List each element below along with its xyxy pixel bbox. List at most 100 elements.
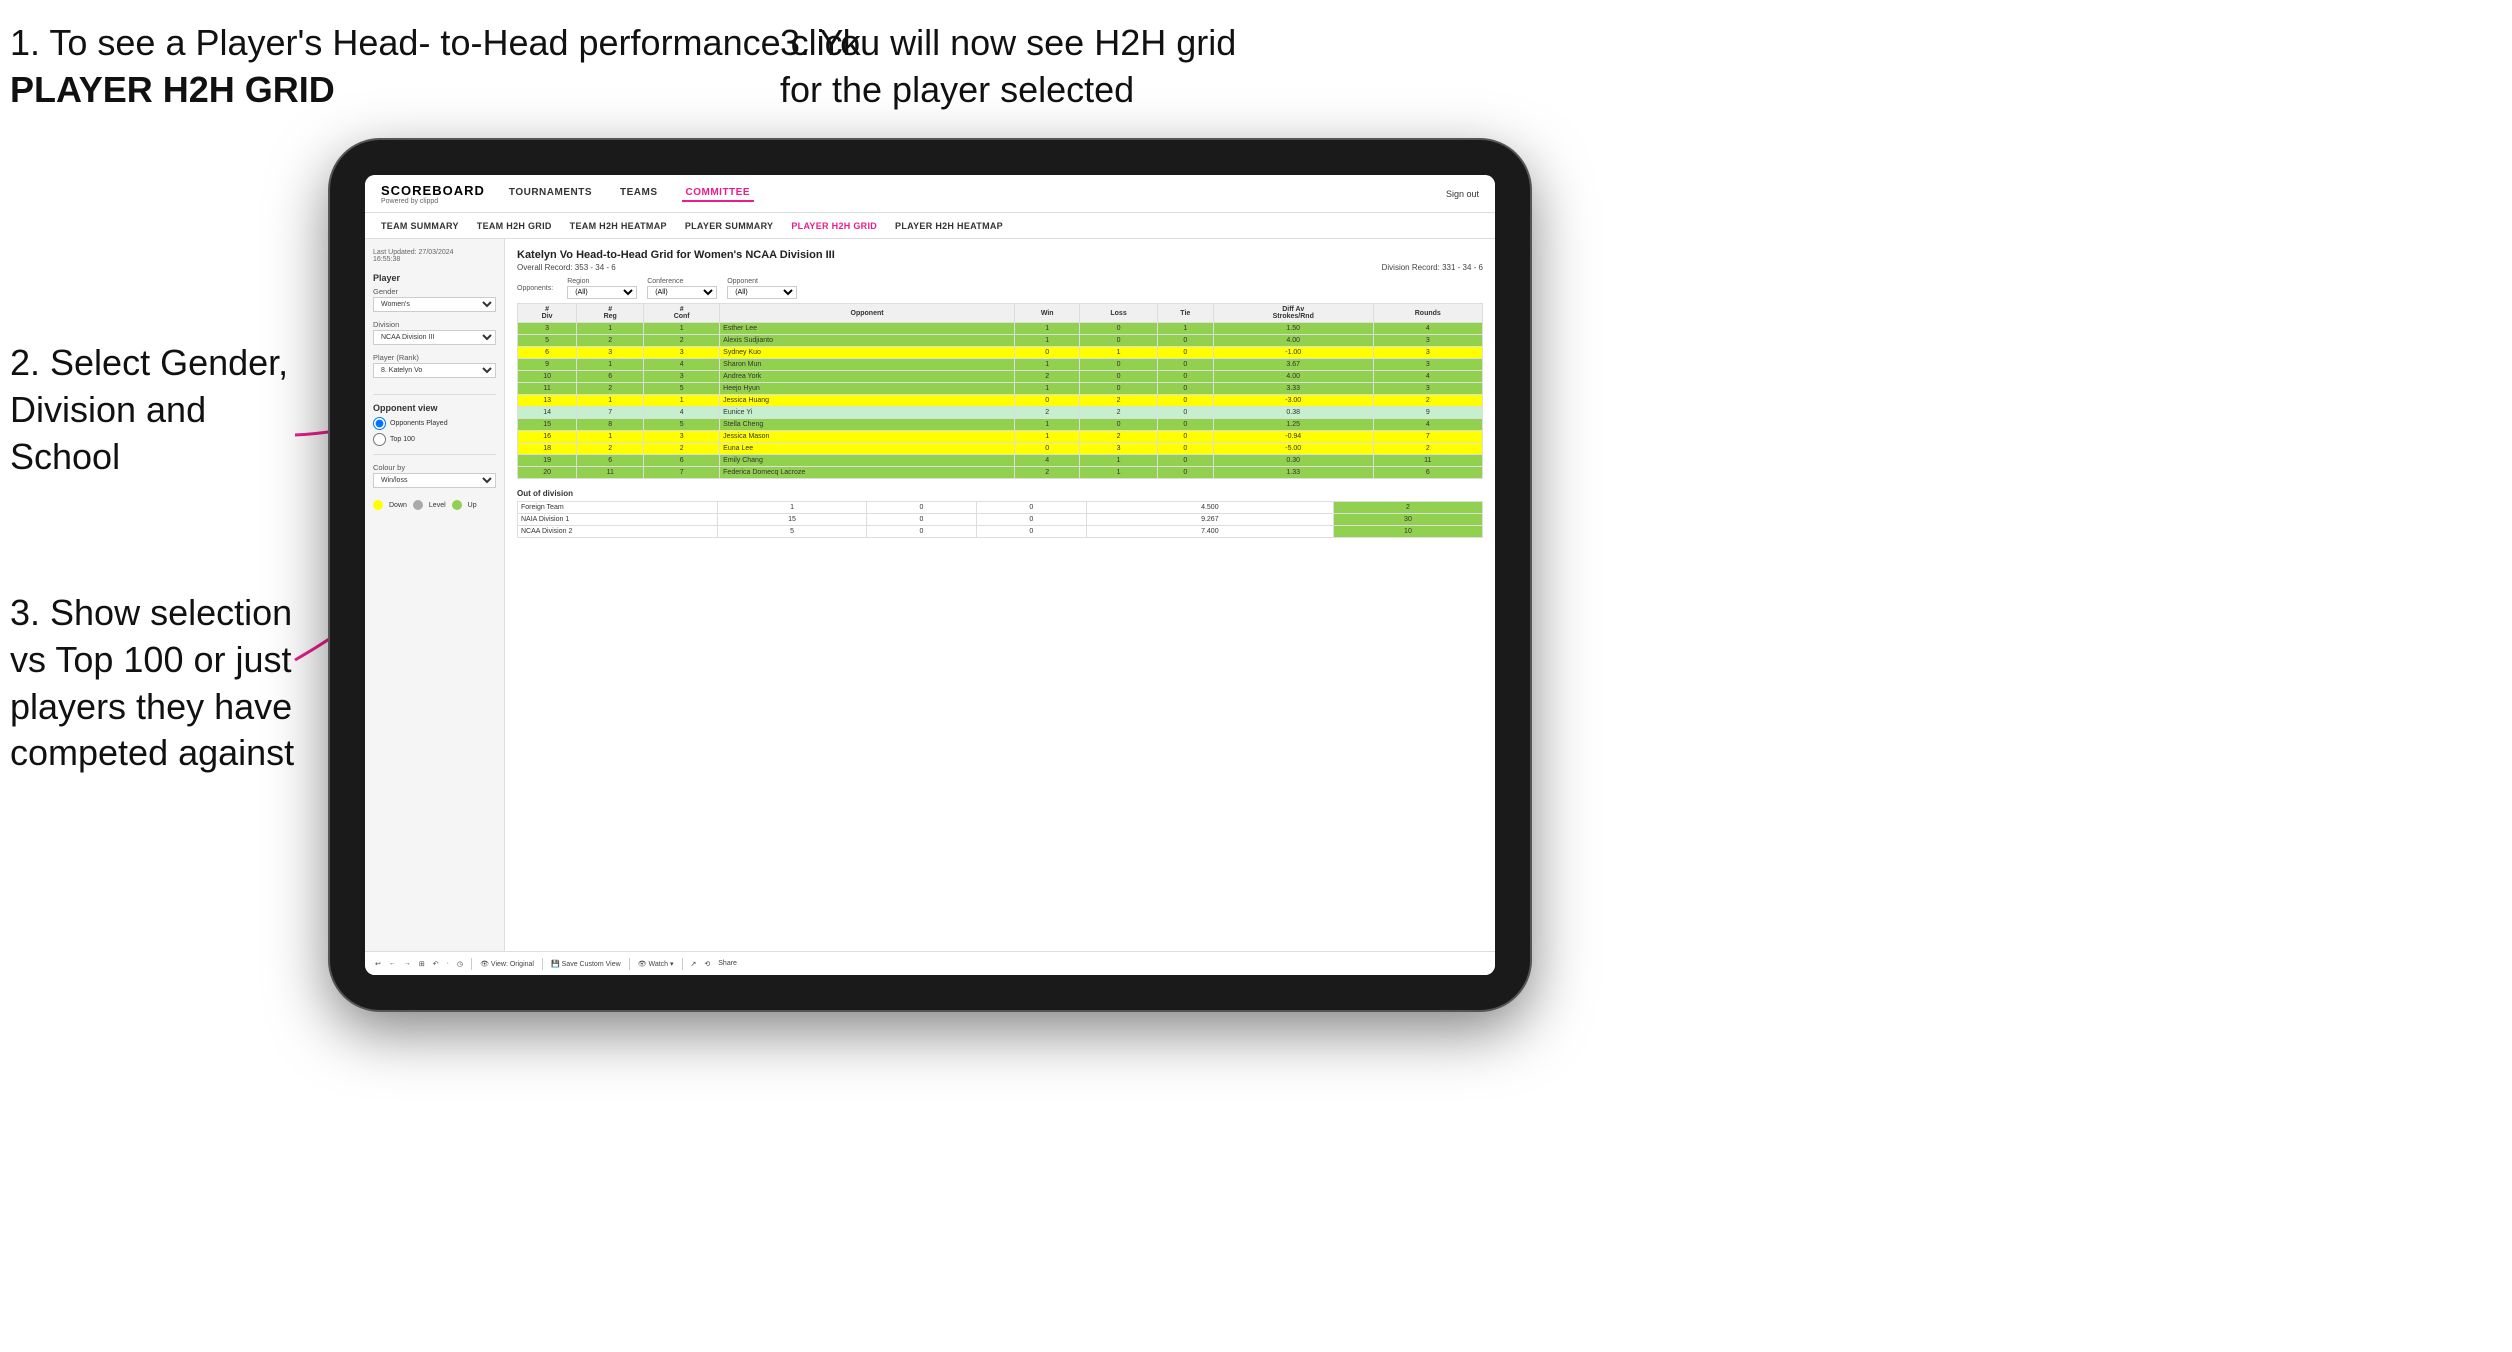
cell-opponent: Andrea York [720,371,1015,383]
filter-row: Opponents: Region (All) Conference (All) [517,278,1483,299]
filter-conference-select[interactable]: (All) [647,286,717,299]
sidebar-radio-top100[interactable]: Top 100 [373,433,496,446]
cell-win: 2 [1014,407,1079,419]
legend-dot-level [413,500,423,510]
sidebar-gender-select[interactable]: Women's [373,297,496,312]
table-row: 15 8 5 Stella Cheng 1 0 0 1.25 4 [518,419,1483,431]
cell-diff: 3.67 [1213,359,1373,371]
col-reg: #Reg [577,304,644,323]
col-rounds: Rounds [1373,304,1482,323]
toolbar-share[interactable]: Share [718,960,737,967]
cell-loss: 0 [1080,371,1157,383]
sub-nav-team-h2h-heatmap[interactable]: TEAM H2H HEATMAP [570,221,667,231]
cell-div: 9 [518,359,577,371]
toolbar-refresh[interactable]: ↶ [433,960,439,968]
filter-region-select[interactable]: (All) [567,286,637,299]
toolbar-dot[interactable]: · [447,960,449,967]
cell-win: 2 [1014,467,1079,479]
table-row: 5 2 2 Alexis Sudjianto 1 0 0 4.00 3 [518,335,1483,347]
toolbar-rotate[interactable]: ⟲ [704,960,710,968]
cell-conf: 2 [644,443,720,455]
toolbar-back[interactable]: ← [389,960,396,967]
toolbar-view-original[interactable]: 👁 View: Original [480,960,534,968]
filter-opponent-label: Opponent [727,278,797,285]
toolbar-undo[interactable]: ↩ [375,960,381,968]
cell-opponent: Sharon Mun [720,359,1015,371]
toolbar-watch[interactable]: 👁 Watch ▾ [638,960,674,968]
annotation-step1: 1. To see a Player's Head- to-Head perfo… [10,20,861,114]
cell-div: 3 [518,323,577,335]
sidebar-radio-group: Opponents Played Top 100 [373,417,496,446]
cell-loss: 0 [1080,383,1157,395]
cell-win: 1 [1014,359,1079,371]
cell-reg: 3 [577,347,644,359]
legend-dot-down [373,500,383,510]
cell-reg: 2 [577,383,644,395]
sidebar-division-select[interactable]: NCAA Division III [373,330,496,345]
cell-rounds: 3 [1373,335,1482,347]
nav-teams[interactable]: TEAMS [616,185,662,202]
cell-rounds: 3 [1373,359,1482,371]
sub-nav-player-h2h-grid[interactable]: PLAYER H2H GRID [791,221,877,231]
sub-nav-player-summary[interactable]: PLAYER SUMMARY [685,221,774,231]
cell-rounds: 11 [1373,455,1482,467]
cell-reg: 1 [577,431,644,443]
col-win: Win [1014,304,1079,323]
cell-win: 2 [1014,371,1079,383]
cell-tie: 0 [1157,335,1213,347]
cell-reg: 1 [577,359,644,371]
toolbar-time[interactable]: ◷ [457,960,463,968]
sidebar-opponent-view-title: Opponent view [373,403,496,413]
cell-diff: 4.00 [1213,371,1373,383]
cell-conf: 4 [644,407,720,419]
cell-rounds: 7 [1373,431,1482,443]
sidebar-radio-played[interactable]: Opponents Played [373,417,496,430]
nav-committee[interactable]: COMMITTEE [682,185,755,202]
cell-opponent: Jessica Mason [720,431,1015,443]
overall-record: Overall Record: 353 - 34 - 6 [517,263,616,272]
ood-cell-label: NCAA Division 2 [518,526,718,538]
col-div: #Div [518,304,577,323]
cell-tie: 0 [1157,347,1213,359]
cell-loss: 2 [1080,395,1157,407]
sidebar-colour-by-select[interactable]: Win/loss [373,473,496,488]
sub-nav-team-h2h-grid[interactable]: TEAM H2H GRID [477,221,552,231]
cell-conf: 7 [644,467,720,479]
ood-cell-rounds: 2 [1333,502,1482,514]
annotation-step2-text: 2. Select Gender,Division andSchool [10,342,288,477]
sidebar-player-rank-select[interactable]: 8. Katelyn Vo [373,363,496,378]
cell-rounds: 4 [1373,419,1482,431]
cell-opponent: Emily Chang [720,455,1015,467]
cell-loss: 1 [1080,455,1157,467]
nav-tournaments[interactable]: TOURNAMENTS [505,185,596,202]
toolbar-grid[interactable]: ⊞ [419,960,425,968]
toolbar-sep4 [682,958,683,970]
table-row: 16 1 3 Jessica Mason 1 2 0 -0.94 7 [518,431,1483,443]
sub-nav-team-summary[interactable]: TEAM SUMMARY [381,221,459,231]
toolbar-export[interactable]: ↗ [691,960,697,968]
out-of-division-table: Foreign Team 1 0 0 4.500 2 NAIA Division… [517,501,1483,538]
table-row: 11 2 5 Heejo Hyun 1 0 0 3.33 3 [518,383,1483,395]
col-loss: Loss [1080,304,1157,323]
annotation-step3-right-text: 3. You will now see H2H gridfor the play… [780,22,1236,110]
toolbar-forward[interactable]: → [404,960,411,967]
cell-reg: 7 [577,407,644,419]
filter-opponent-select[interactable]: (All) [727,286,797,299]
grid-title: Katelyn Vo Head-to-Head Grid for Women's… [517,249,1483,261]
ood-cell-rounds: 10 [1333,526,1482,538]
cell-win: 1 [1014,323,1079,335]
sign-out-link[interactable]: Sign out [1446,189,1479,199]
sub-nav-player-h2h-heatmap[interactable]: PLAYER H2H HEATMAP [895,221,1003,231]
cell-conf: 5 [644,419,720,431]
sidebar-colour-by-label: Colour by [373,463,496,472]
nav-items: TOURNAMENTS TEAMS COMMITTEE [505,185,1446,202]
table-row: 10 6 3 Andrea York 2 0 0 4.00 4 [518,371,1483,383]
annotation-step1-bold: PLAYER H2H GRID [10,69,335,110]
ood-cell-loss: 0 [867,526,977,538]
cell-reg: 6 [577,371,644,383]
cell-win: 1 [1014,431,1079,443]
toolbar-save-custom-view[interactable]: 💾 Save Custom View [551,960,621,968]
table-row: 3 1 1 Esther Lee 1 0 1 1.50 4 [518,323,1483,335]
table-row: 9 1 4 Sharon Mun 1 0 0 3.67 3 [518,359,1483,371]
ood-cell-tie: 0 [976,514,1086,526]
